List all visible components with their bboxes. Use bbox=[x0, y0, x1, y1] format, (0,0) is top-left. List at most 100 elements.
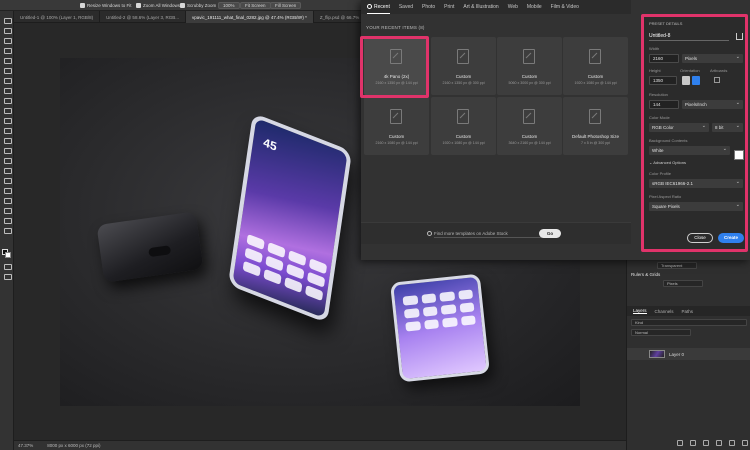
app-grid bbox=[242, 233, 328, 302]
doc-tab-2[interactable]: Untitled-2 @ 58.6% (Layer 3, RGB... bbox=[100, 11, 186, 23]
ruler-units-select[interactable]: Pixels bbox=[663, 280, 703, 287]
recent-items-heading: YOUR RECENT ITEMS (8) bbox=[366, 25, 425, 30]
dodge-tool-icon[interactable] bbox=[3, 157, 12, 164]
doc-tab-4[interactable]: Z_flip.psd @ 66.7% bbox=[314, 11, 367, 23]
fill-screen-button[interactable]: Fill Screen bbox=[270, 2, 302, 9]
path-select-tool-icon[interactable] bbox=[3, 187, 12, 194]
rulers-grids-heading: Rulers & Grids bbox=[631, 272, 661, 277]
document-icon bbox=[457, 49, 469, 64]
type-tool-icon[interactable] bbox=[3, 177, 12, 184]
document-icon bbox=[390, 109, 402, 124]
new-layer-icon[interactable] bbox=[742, 440, 748, 446]
app-grid bbox=[402, 289, 476, 332]
frame-tool-icon[interactable] bbox=[3, 67, 12, 74]
tab-mobile[interactable]: Mobile bbox=[527, 0, 542, 14]
tab-recent[interactable]: Recent bbox=[367, 0, 390, 14]
preset-highlight-box bbox=[360, 36, 429, 98]
tab-channels[interactable]: Channels bbox=[655, 309, 674, 314]
zoom-tool-icon[interactable] bbox=[3, 217, 12, 224]
brush-tool-icon[interactable] bbox=[3, 97, 12, 104]
phone-half-open bbox=[390, 273, 490, 383]
checkbox-icon[interactable] bbox=[180, 3, 185, 8]
preset-card[interactable]: Custom 2160 x 1350 px @ 300 ppi bbox=[431, 37, 496, 95]
preset-card[interactable]: Default Photoshop Size 7 x 5 in @ 300 pp… bbox=[563, 97, 628, 155]
camera-module bbox=[148, 245, 172, 258]
layer-thumbnail bbox=[649, 350, 665, 358]
adjustment-icon[interactable] bbox=[716, 440, 722, 446]
preset-card[interactable]: Custom 1920 x 1080 px @ 144 ppi bbox=[563, 37, 628, 95]
document-icon bbox=[523, 109, 535, 124]
blur-tool-icon[interactable] bbox=[3, 147, 12, 154]
preset-card[interactable]: Custom 1920 x 1080 px @ 144 ppi bbox=[431, 97, 496, 155]
preset-card[interactable]: Custom 2160 x 1080 px @ 144 ppi bbox=[364, 97, 429, 155]
screen-mode-icon[interactable] bbox=[3, 273, 12, 280]
eyedropper-tool-icon[interactable] bbox=[3, 77, 12, 84]
document-icon bbox=[523, 49, 535, 64]
right-panels: Transparent Rulers & Grids Pixels Layers… bbox=[626, 260, 750, 450]
tab-print[interactable]: Print bbox=[444, 0, 454, 14]
folder-icon[interactable] bbox=[729, 440, 735, 446]
preset-card[interactable]: Custom 3640 x 2160 px @ 144 ppi bbox=[497, 97, 562, 155]
canvas-color-select[interactable]: Transparent bbox=[657, 262, 697, 269]
color-swatches[interactable] bbox=[2, 249, 11, 258]
clock-icon bbox=[367, 4, 372, 9]
layer-row[interactable]: Layer 0 bbox=[627, 348, 750, 360]
zoom-all-option[interactable]: Zoom All Windows bbox=[136, 2, 180, 9]
status-bar: 47.37% 8000 px x 6000 px (72 ppi) bbox=[14, 440, 626, 450]
phone-folded bbox=[96, 211, 204, 283]
resize-windows-option[interactable]: Resize Windows to Fit bbox=[80, 2, 132, 9]
move-tool-icon[interactable] bbox=[3, 17, 12, 24]
checkbox-icon[interactable] bbox=[80, 3, 85, 8]
clone-stamp-tool-icon[interactable] bbox=[3, 107, 12, 114]
document-icon bbox=[457, 109, 469, 124]
background-color[interactable] bbox=[5, 252, 11, 258]
more-tools-icon[interactable] bbox=[3, 227, 12, 234]
shape-tool-icon[interactable] bbox=[3, 197, 12, 204]
layer-filter-kind[interactable]: Kind bbox=[631, 319, 747, 326]
mask-icon[interactable] bbox=[703, 440, 709, 446]
scrubby-zoom-option[interactable]: Scrubby Zoom bbox=[180, 2, 216, 9]
gradient-tool-icon[interactable] bbox=[3, 137, 12, 144]
stock-search-input[interactable]: Find more templates on Adobe Stock bbox=[434, 230, 544, 238]
quick-mask-icon[interactable] bbox=[3, 263, 12, 270]
link-icon[interactable] bbox=[677, 440, 683, 446]
document-icon bbox=[589, 49, 601, 64]
blend-mode-select[interactable]: Normal bbox=[631, 329, 691, 336]
history-brush-tool-icon[interactable] bbox=[3, 117, 12, 124]
tab-web[interactable]: Web bbox=[508, 0, 518, 14]
doc-tab-3[interactable]: vpavic_191111_what_final_0282.jpg @ 47.4… bbox=[185, 11, 314, 23]
fit-screen-button[interactable]: Fit Screen bbox=[240, 2, 271, 9]
doc-tab-1[interactable]: Untitled-1 @ 100% (Layer 1, RGB/8) bbox=[14, 11, 101, 23]
checkbox-icon[interactable] bbox=[136, 3, 141, 8]
tab-saved[interactable]: Saved bbox=[399, 0, 413, 14]
lasso-tool-icon[interactable] bbox=[3, 37, 12, 44]
go-button[interactable]: Go bbox=[539, 229, 561, 238]
fx-icon[interactable] bbox=[690, 440, 696, 446]
tools-panel bbox=[0, 11, 14, 450]
layer-name[interactable]: Layer 0 bbox=[669, 352, 684, 357]
preset-category-tabs: Recent Saved Photo Print Art & Illustrat… bbox=[361, 0, 631, 14]
details-highlight-box bbox=[641, 14, 748, 252]
tab-layers[interactable]: Layers bbox=[633, 308, 647, 314]
crop-tool-icon[interactable] bbox=[3, 57, 12, 64]
preset-card[interactable]: Custom 5060 x 3000 px @ 300 ppi bbox=[497, 37, 562, 95]
document-icon bbox=[589, 109, 601, 124]
hand-tool-icon[interactable] bbox=[3, 207, 12, 214]
quick-select-tool-icon[interactable] bbox=[3, 47, 12, 54]
zoom-level[interactable]: 47.37% bbox=[18, 443, 33, 448]
search-icon bbox=[427, 231, 432, 236]
tab-photo[interactable]: Photo bbox=[422, 0, 435, 14]
zoom-100-button[interactable]: 100% bbox=[218, 2, 240, 9]
healing-brush-tool-icon[interactable] bbox=[3, 87, 12, 94]
eraser-tool-icon[interactable] bbox=[3, 127, 12, 134]
tab-art-illustration[interactable]: Art & Illustration bbox=[463, 0, 498, 14]
pen-tool-icon[interactable] bbox=[3, 167, 12, 174]
tab-film-video[interactable]: Film & Video bbox=[551, 0, 579, 14]
marquee-tool-icon[interactable] bbox=[3, 27, 12, 34]
layers-panel-tabs: Layers Channels Paths bbox=[627, 306, 750, 316]
layer-actions bbox=[677, 440, 750, 446]
tab-paths[interactable]: Paths bbox=[682, 309, 694, 314]
phone-open: 45 bbox=[227, 112, 353, 324]
stock-search-bar: Find more templates on Adobe Stock Go bbox=[361, 222, 631, 244]
document-size: 8000 px x 6000 px (72 ppi) bbox=[47, 443, 101, 448]
